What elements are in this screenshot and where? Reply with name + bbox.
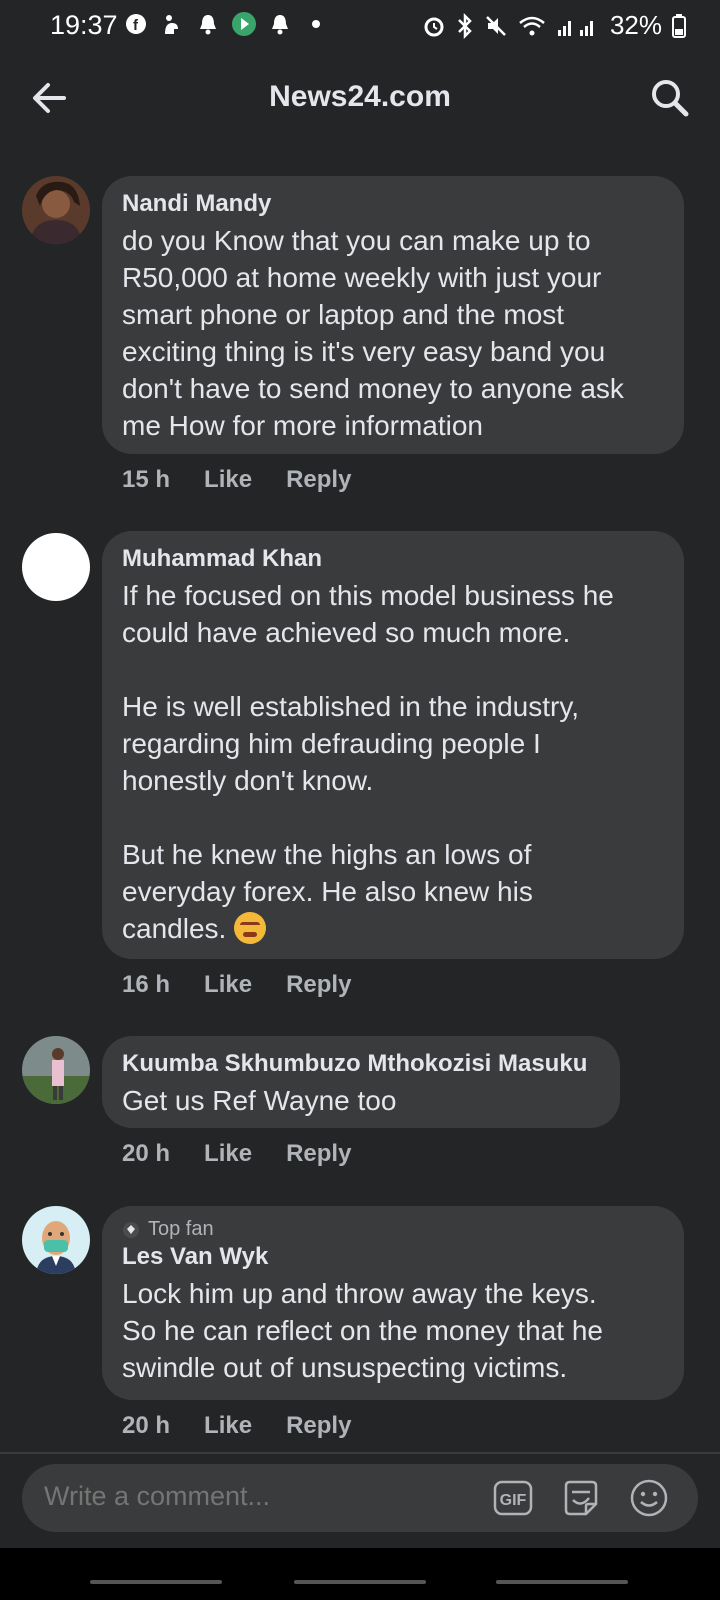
like-button[interactable]: Like [204, 971, 252, 999]
top-fan-label: Top fan [148, 1218, 214, 1240]
like-button[interactable]: Like [204, 1140, 252, 1168]
bell-icon [196, 12, 220, 36]
avatar[interactable] [22, 1036, 90, 1104]
comment-text: Get us Ref Wayne too [122, 1085, 397, 1116]
divider [0, 1452, 720, 1454]
comment-text-wrap: If he focused on this model business he … [122, 577, 664, 947]
comment-bubble[interactable]: Kuumba Skhumbuzo Mthokozisi Masuku Get u… [102, 1036, 620, 1128]
avatar[interactable] [22, 1206, 90, 1274]
signal-icon [557, 20, 593, 36]
reply-button[interactable]: Reply [286, 971, 351, 999]
page-title: News24.com [269, 80, 451, 113]
alarm-icon [424, 17, 444, 36]
comment-author[interactable]: Kuumba Skhumbuzo Mthokozisi Masuku [122, 1050, 600, 1078]
like-button[interactable]: Like [204, 466, 252, 494]
comment-time[interactable]: 16 h [122, 971, 170, 999]
ancestry-icon [160, 12, 184, 36]
comment-author[interactable]: Muhammad Khan [122, 545, 664, 573]
sticker-icon [564, 1480, 598, 1516]
gif-label: GIF [500, 1492, 527, 1509]
emoji-button[interactable] [628, 1478, 670, 1518]
comment-time[interactable]: 20 h [122, 1140, 170, 1168]
comment-text: do you Know that you can make up to R50,… [122, 225, 624, 441]
diamond-icon [123, 1221, 139, 1238]
gif-button[interactable]: GIF [492, 1478, 534, 1518]
avatar[interactable] [22, 176, 90, 244]
reply-button[interactable]: Reply [286, 466, 351, 494]
comment-author[interactable]: Les Van Wyk [122, 1243, 664, 1271]
nav-recent-handle[interactable] [90, 1580, 222, 1584]
status-time: 19:37 [50, 10, 118, 40]
comment-time[interactable]: 20 h [122, 1412, 170, 1440]
comment-bubble[interactable]: Nandi Mandy do you Know that you can mak… [102, 176, 684, 454]
comment-bubble[interactable]: Top fan Les Van Wyk Lock him up and thro… [102, 1206, 684, 1400]
search-icon [652, 80, 689, 117]
like-button[interactable]: Like [204, 1412, 252, 1440]
reply-button[interactable]: Reply [286, 1412, 351, 1440]
comment-actions: 20 h Like Reply [122, 1140, 351, 1168]
avatar[interactable] [22, 533, 90, 601]
comment-actions: 15 h Like Reply [122, 466, 351, 494]
tired-face-emoji-icon [234, 912, 267, 944]
comment-actions: 20 h Like Reply [122, 1412, 351, 1440]
battery-percent: 32% [609, 10, 662, 40]
comment-actions: 16 h Like Reply [122, 971, 351, 999]
bluetooth-icon [458, 12, 472, 39]
system-icons: 32% [422, 10, 686, 41]
comment-author[interactable]: Nandi Mandy [122, 190, 664, 218]
comment-composer[interactable]: GIF [22, 1464, 698, 1532]
facebook-icon: f [124, 12, 148, 36]
more-notifications-dot-icon [304, 12, 328, 36]
top-fan-badge: Top fan [122, 1218, 664, 1241]
system-navigation-bar [0, 1548, 720, 1600]
notification-icons: f [124, 12, 328, 36]
nav-home-handle[interactable] [294, 1580, 426, 1584]
reply-button[interactable]: Reply [286, 1140, 351, 1168]
search-button[interactable] [648, 76, 692, 120]
app-header: News24.com [0, 56, 720, 146]
comment-input[interactable] [42, 1480, 466, 1513]
comment-bubble[interactable]: Muhammad Khan If he focused on this mode… [102, 531, 684, 959]
battery-icon [672, 13, 686, 38]
status-bar: 19:37 f 32% [0, 0, 720, 56]
sticker-button[interactable] [560, 1478, 602, 1518]
comment-time[interactable]: 15 h [122, 466, 170, 494]
comment-text: If he focused on this model business he … [122, 580, 614, 944]
gif-icon: GIF [493, 1480, 533, 1516]
app-green-icon [232, 12, 256, 36]
wifi-icon [519, 16, 545, 35]
nav-back-handle[interactable] [496, 1580, 628, 1584]
emoji-icon [630, 1479, 668, 1517]
comment-text: Lock him up and throw away the keys. So … [122, 1278, 603, 1383]
bell-icon-2 [268, 12, 292, 36]
mute-icon [486, 15, 506, 36]
